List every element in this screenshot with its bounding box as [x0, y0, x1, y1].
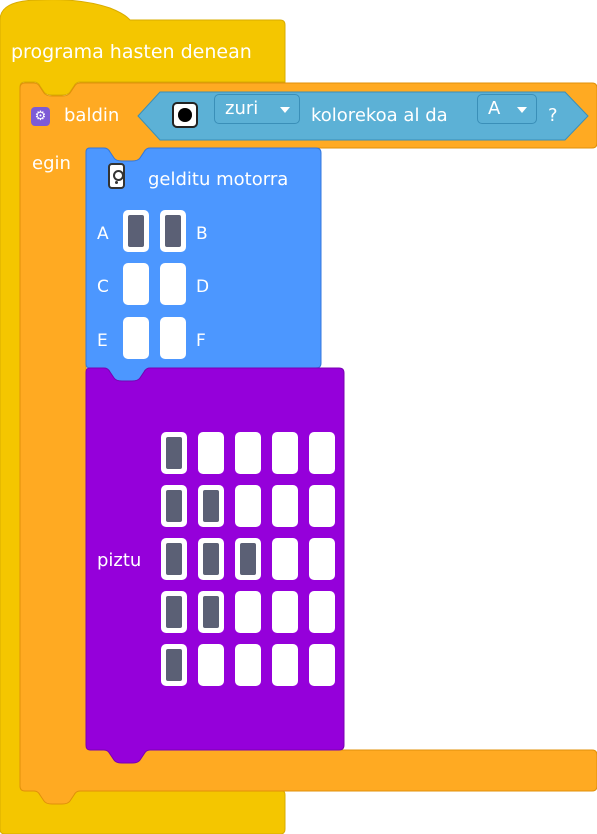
gear-icon: ⚙ — [31, 107, 50, 126]
port-dropdown-value: A — [488, 98, 501, 119]
port-toggle-d[interactable] — [160, 263, 186, 305]
led-cell-r5-c2[interactable] — [198, 644, 224, 686]
color-dropdown[interactable]: zuri — [214, 94, 300, 124]
port-label-b: B — [196, 224, 208, 244]
led-cell-r3-c5[interactable] — [309, 538, 335, 580]
led-cell-r2-c3[interactable] — [235, 485, 261, 527]
port-toggle-a[interactable] — [123, 210, 149, 252]
led-cell-r3-c4[interactable] — [272, 538, 298, 580]
color-sensor-icon — [172, 102, 198, 128]
led-cell-r1-c2[interactable] — [198, 432, 224, 474]
port-label-d: D — [196, 277, 210, 297]
led-cell-r3-c3[interactable] — [235, 538, 261, 580]
motor-stop-label: gelditu motorra — [148, 169, 289, 190]
led-cell-r5-c3[interactable] — [235, 644, 261, 686]
led-cell-r4-c4[interactable] — [272, 591, 298, 633]
led-cell-r2-c4[interactable] — [272, 485, 298, 527]
hat-label: programa hasten denean — [11, 41, 252, 63]
remote-icon — [108, 163, 125, 189]
led-cell-r1-c3[interactable] — [235, 432, 261, 474]
port-toggle-b[interactable] — [160, 210, 186, 252]
if-keyword: baldin — [64, 105, 120, 126]
chevron-down-icon — [517, 107, 527, 113]
led-cell-r5-c1[interactable] — [161, 644, 187, 686]
port-toggle-e[interactable] — [123, 317, 149, 359]
led-cell-r2-c2[interactable] — [198, 485, 224, 527]
sensor-text: kolorekoa al da — [311, 105, 448, 126]
led-cell-r5-c4[interactable] — [272, 644, 298, 686]
do-label: egin — [32, 153, 71, 174]
led-cell-r4-c3[interactable] — [235, 591, 261, 633]
chevron-down-icon — [280, 107, 290, 113]
led-cell-r1-c5[interactable] — [309, 432, 335, 474]
color-dropdown-value: zuri — [225, 98, 259, 119]
port-toggle-c[interactable] — [123, 263, 149, 305]
led-cell-r5-c5[interactable] — [309, 644, 335, 686]
port-label-f: F — [196, 331, 206, 351]
port-label-c: C — [97, 277, 109, 297]
led-cell-r1-c4[interactable] — [272, 432, 298, 474]
led-cell-r4-c1[interactable] — [161, 591, 187, 633]
led-cell-r2-c5[interactable] — [309, 485, 335, 527]
light-label: piztu — [97, 550, 142, 571]
led-cell-r1-c1[interactable] — [161, 432, 187, 474]
port-label-e: E — [97, 331, 108, 351]
port-toggle-f[interactable] — [160, 317, 186, 359]
led-cell-r4-c2[interactable] — [198, 591, 224, 633]
led-cell-r4-c5[interactable] — [309, 591, 335, 633]
led-cell-r2-c1[interactable] — [161, 485, 187, 527]
port-dropdown[interactable]: A — [477, 94, 537, 124]
sensor-suffix: ? — [548, 105, 558, 126]
led-cell-r3-c2[interactable] — [198, 538, 224, 580]
led-cell-r3-c1[interactable] — [161, 538, 187, 580]
port-label-a: A — [97, 224, 109, 244]
